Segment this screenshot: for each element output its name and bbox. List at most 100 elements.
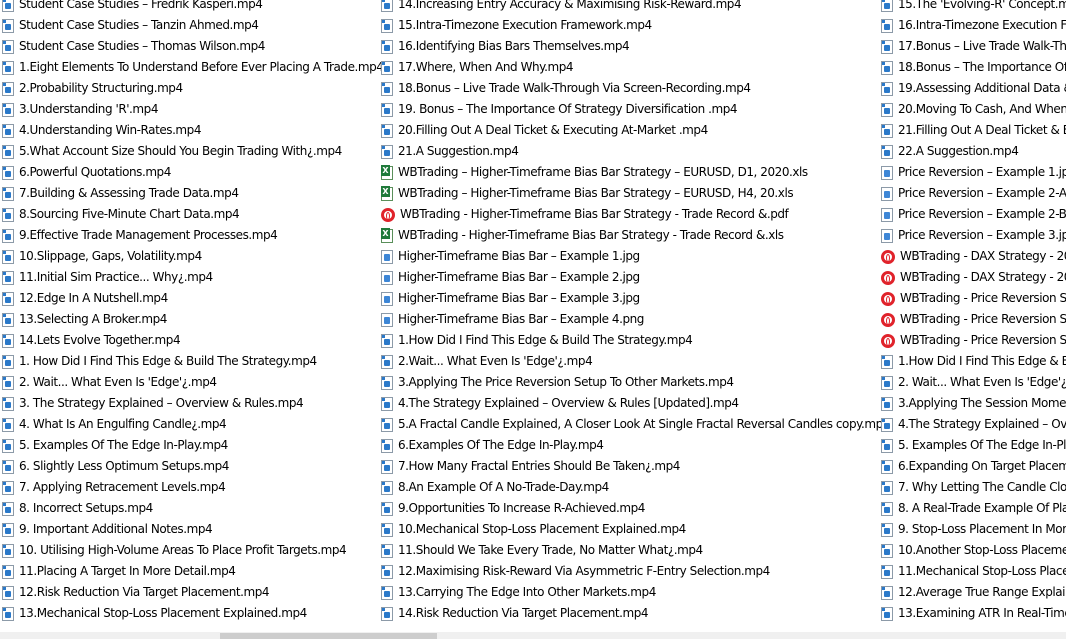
file-item[interactable]: 12.Edge In A Nutshell.mp4: [0, 288, 383, 309]
video-file-icon: [381, 333, 393, 348]
file-item[interactable]: 9. Stop-Loss Placement In More: [879, 519, 1066, 540]
file-item[interactable]: 7.How Many Fractal Entries Should Be Tak…: [379, 456, 890, 477]
file-item[interactable]: 2. Wait... What Even Is 'Edge'¿.m: [879, 372, 1066, 393]
file-item[interactable]: 12.Average True Range Explained: [879, 582, 1066, 603]
file-item[interactable]: 13.Examining ATR In Real-Time.m: [879, 603, 1066, 624]
file-item[interactable]: 11.Initial Sim Practice... Why¿.mp4: [0, 267, 383, 288]
file-item[interactable]: 20.Filling Out A Deal Ticket & Executing…: [379, 120, 890, 141]
file-item[interactable]: WBTrading - Price Reversion Stra: [879, 309, 1066, 330]
file-item[interactable]: 8. A Real-Trade Example Of Placi: [879, 498, 1066, 519]
file-item[interactable]: Price Reversion – Example 2-A.jp: [879, 183, 1066, 204]
file-item[interactable]: 5.A Fractal Candle Explained, A Closer L…: [379, 414, 890, 435]
file-item[interactable]: 6. Slightly Less Optimum Setups.mp4: [0, 456, 383, 477]
file-item[interactable]: 18.Bonus – The Importance Of S: [879, 57, 1066, 78]
file-item[interactable]: 14.Lets Evolve Together.mp4: [0, 330, 383, 351]
file-item[interactable]: 16.Identifying Bias Bars Themselves.mp4: [379, 36, 890, 57]
file-item[interactable]: WBTrading - Price Reversion Stra: [879, 330, 1066, 351]
file-item[interactable]: 4.The Strategy Explained – Overview & Ru…: [379, 393, 890, 414]
file-item[interactable]: 7. Applying Retracement Levels.mp4: [0, 477, 383, 498]
file-item[interactable]: 12.Risk Reduction Via Target Placement.m…: [0, 582, 383, 603]
file-item[interactable]: Higher-Timeframe Bias Bar – Example 3.jp…: [379, 288, 890, 309]
file-item[interactable]: 2. Wait... What Even Is 'Edge'¿.mp4: [0, 372, 383, 393]
file-item[interactable]: 10.Slippage, Gaps, Volatility.mp4: [0, 246, 383, 267]
file-item[interactable]: 3. The Strategy Explained – Overview & R…: [0, 393, 383, 414]
file-item[interactable]: 4.Understanding Win-Rates.mp4: [0, 120, 383, 141]
scrollbar-thumb[interactable]: [220, 633, 437, 639]
horizontal-scrollbar[interactable]: [0, 632, 1066, 639]
file-item[interactable]: 8.An Example Of A No-Trade-Day.mp4: [379, 477, 890, 498]
file-item[interactable]: WBTrading – Higher-Timeframe Bias Bar St…: [379, 162, 890, 183]
file-item[interactable]: 4. What Is An Engulfing Candle¿.mp4: [0, 414, 383, 435]
file-item[interactable]: 19. Bonus – The Importance Of Strategy D…: [379, 99, 890, 120]
file-item[interactable]: 5. Examples Of The Edge In-Play: [879, 435, 1066, 456]
file-item[interactable]: Higher-Timeframe Bias Bar – Example 2.jp…: [379, 267, 890, 288]
file-item[interactable]: 3.Applying The Price Reversion Setup To …: [379, 372, 890, 393]
file-item[interactable]: 22.A Suggestion.mp4: [879, 141, 1066, 162]
file-item[interactable]: 1.How Did I Find This Edge & Build The S…: [379, 330, 890, 351]
file-item[interactable]: 3.Understanding 'R'.mp4: [0, 99, 383, 120]
file-item[interactable]: 14.Risk Reduction Via Target Placement.m…: [379, 603, 890, 624]
file-item[interactable]: Price Reversion – Example 1.jpg: [879, 162, 1066, 183]
file-item[interactable]: 11.Mechanical Stop-Loss Placem: [879, 561, 1066, 582]
file-item[interactable]: 10.Another Stop-Loss Placemen: [879, 540, 1066, 561]
file-item[interactable]: 4.The Strategy Explained – Overv: [879, 414, 1066, 435]
file-item[interactable]: 1.Eight Elements To Understand Before Ev…: [0, 57, 384, 78]
file-item[interactable]: 18.Bonus – Live Trade Walk-Through Via S…: [379, 78, 890, 99]
file-item[interactable]: 20.Moving To Cash, And When.m: [879, 99, 1066, 120]
file-item[interactable]: WBTrading – Higher-Timeframe Bias Bar St…: [379, 183, 890, 204]
file-item[interactable]: 9.Opportunities To Increase R-Achieved.m…: [379, 498, 890, 519]
file-item[interactable]: 13.Selecting A Broker.mp4: [0, 309, 383, 330]
video-file-icon: [881, 18, 893, 33]
file-item[interactable]: Student Case Studies – Tanzin Ahmed.mp4: [0, 15, 383, 36]
file-item[interactable]: 21.Filling Out A Deal Ticket & Ex: [879, 120, 1066, 141]
file-item[interactable]: 6.Expanding On Target Placemen: [879, 456, 1066, 477]
file-item[interactable]: 21.A Suggestion.mp4: [379, 141, 890, 162]
file-item[interactable]: Higher-Timeframe Bias Bar – Example 1.jp…: [379, 246, 890, 267]
video-file-icon: [2, 564, 14, 579]
file-item[interactable]: 2.Probability Structuring.mp4: [0, 78, 383, 99]
file-item[interactable]: 5. Examples Of The Edge In-Play.mp4: [0, 435, 383, 456]
file-item[interactable]: WBTrading - Higher-Timeframe Bias Bar St…: [379, 225, 890, 246]
file-item[interactable]: 8. Incorrect Setups.mp4: [0, 498, 383, 519]
file-item[interactable]: 8.Sourcing Five-Minute Chart Data.mp4: [0, 204, 383, 225]
file-item[interactable]: 13.Carrying The Edge Into Other Markets.…: [379, 582, 890, 603]
file-item[interactable]: 7. Why Letting The Candle Close: [879, 477, 1066, 498]
file-item[interactable]: 1. How Did I Find This Edge & Build The …: [0, 351, 383, 372]
file-item[interactable]: 15.The 'Evolving-R' Concept.mp4: [879, 0, 1066, 15]
file-item[interactable]: WBTrading - Price Reversion Stra: [879, 288, 1066, 309]
file-item[interactable]: WBTrading - DAX Strategy - 2019: [879, 267, 1066, 288]
file-item[interactable]: Student Case Studies – Thomas Wilson.mp4: [0, 36, 383, 57]
file-name: 20.Filling Out A Deal Ticket & Executing…: [398, 123, 708, 137]
file-item[interactable]: 5.What Account Size Should You Begin Tra…: [0, 141, 383, 162]
file-item[interactable]: 3.Applying The Session Moment: [879, 393, 1066, 414]
file-item[interactable]: 9.Effective Trade Management Processes.m…: [0, 225, 383, 246]
file-name: WBTrading – Higher-Timeframe Bias Bar St…: [398, 186, 794, 200]
file-item[interactable]: Price Reversion – Example 3.jpg: [879, 225, 1066, 246]
file-item[interactable]: 7.Building & Assessing Trade Data.mp4: [0, 183, 383, 204]
file-item[interactable]: 17.Where, When And Why.mp4: [379, 57, 890, 78]
file-item[interactable]: Higher-Timeframe Bias Bar – Example 4.pn…: [379, 309, 890, 330]
file-item[interactable]: 12.Maximising Risk-Reward Via Asymmetric…: [379, 561, 890, 582]
file-item[interactable]: 15.Intra-Timezone Execution Framework.mp…: [379, 15, 890, 36]
file-item[interactable]: Student Case Studies – Fredrik Kasperi.m…: [0, 0, 383, 15]
video-file-icon: [881, 60, 893, 75]
file-item[interactable]: 13.Mechanical Stop-Loss Placement Explai…: [0, 603, 383, 624]
file-item[interactable]: 1.How Did I Find This Edge & Bu: [879, 351, 1066, 372]
file-item[interactable]: 14.Increasing Entry Accuracy & Maximisin…: [379, 0, 890, 15]
file-item[interactable]: 16.Intra-Timezone Execution Fra: [879, 15, 1066, 36]
file-item[interactable]: 6.Examples Of The Edge In-Play.mp4: [379, 435, 890, 456]
file-item[interactable]: 2.Wait... What Even Is 'Edge'¿.mp4: [379, 351, 890, 372]
file-item[interactable]: 11.Placing A Target In More Detail.mp4: [0, 561, 383, 582]
file-item[interactable]: Price Reversion – Example 2-B.jp: [879, 204, 1066, 225]
file-item[interactable]: 10.Mechanical Stop-Loss Placement Explai…: [379, 519, 890, 540]
file-item[interactable]: WBTrading - Higher-Timeframe Bias Bar St…: [379, 204, 890, 225]
file-list-view[interactable]: Student Case Studies – Fredrik Kasperi.m…: [0, 0, 1066, 630]
file-item[interactable]: WBTrading - DAX Strategy - 2018: [879, 246, 1066, 267]
file-item[interactable]: 6.Powerful Quotations.mp4: [0, 162, 383, 183]
file-item[interactable]: 10. Utilising High-Volume Areas To Place…: [0, 540, 383, 561]
file-item[interactable]: 11.Should We Take Every Trade, No Matter…: [379, 540, 890, 561]
file-item[interactable]: 9. Important Additional Notes.mp4: [0, 519, 383, 540]
file-item[interactable]: 19.Assessing Additional Data & A: [879, 78, 1066, 99]
file-item[interactable]: 17.Bonus – Live Trade Walk-Thro: [879, 36, 1066, 57]
file-name: 9.Effective Trade Management Processes.m…: [19, 228, 278, 242]
